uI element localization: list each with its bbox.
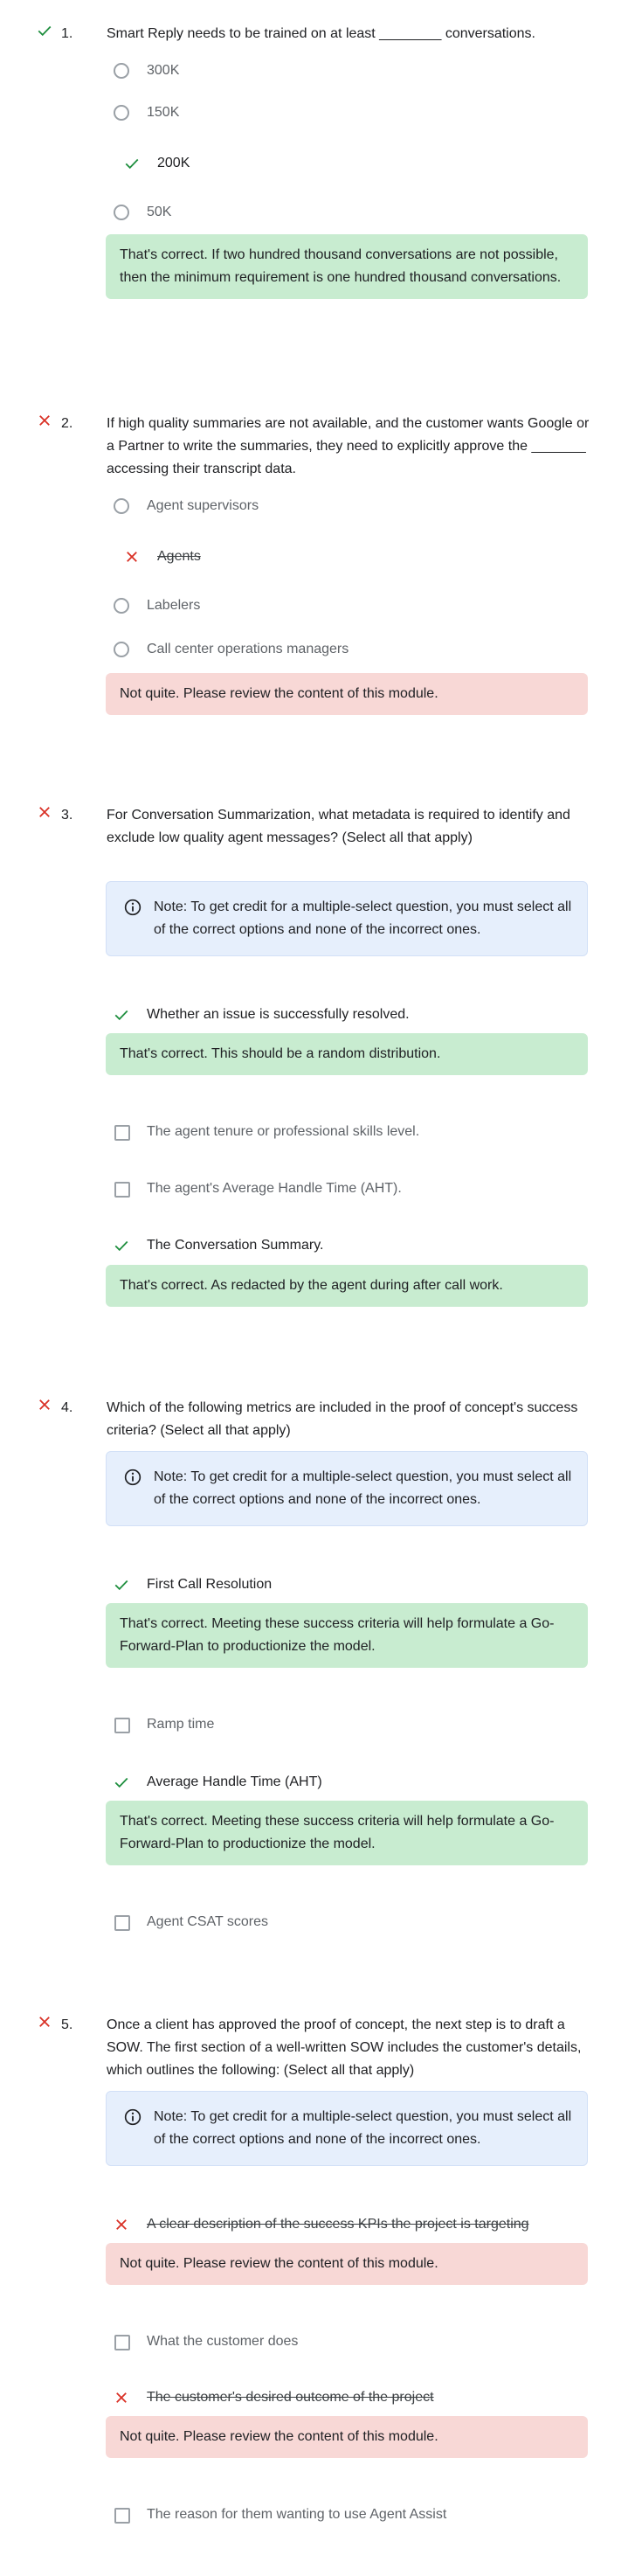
question-number: 2. xyxy=(61,416,73,431)
feedback-correct: That's correct. Meeting these success cr… xyxy=(106,1801,588,1865)
question-number: 4. xyxy=(61,1400,73,1415)
option-label: 200K xyxy=(157,156,190,170)
option-issue-resolved[interactable]: Whether an issue is successfully resolve… xyxy=(114,1003,603,1026)
option-300k[interactable]: 300K xyxy=(114,59,603,82)
option-label: The customer's desired outcome of the pr… xyxy=(147,2390,434,2405)
option-label: 300K xyxy=(147,63,180,78)
x-icon xyxy=(127,552,137,562)
note-text: Note: To get credit for a multiple-selec… xyxy=(154,1469,572,1507)
option-label: The agent's Average Handle Time (AHT). xyxy=(147,1181,402,1196)
checkbox[interactable] xyxy=(114,2335,130,2350)
option-50k[interactable]: 50K xyxy=(114,201,603,224)
feedback-correct: That's correct. This should be a random … xyxy=(106,1033,588,1075)
option-label: Whether an issue is successfully resolve… xyxy=(147,1007,410,1022)
option-what-customer-does[interactable]: What the customer does xyxy=(114,2330,603,2353)
option-label: The Conversation Summary. xyxy=(147,1238,324,1253)
option-200k[interactable]: 200K xyxy=(124,152,613,175)
feedback-incorrect: Not quite. Please review the content of … xyxy=(106,2416,588,2458)
option-agent-aht[interactable]: The agent's Average Handle Time (AHT). xyxy=(114,1177,603,1200)
checkbox[interactable] xyxy=(114,1125,130,1141)
option-reason-agent-assist[interactable]: The reason for them wanting to use Agent… xyxy=(114,2503,603,2526)
feedback-correct: That's correct. If two hundred thousand … xyxy=(106,234,588,299)
radio-button[interactable] xyxy=(114,598,129,614)
option-ramp-time[interactable]: Ramp time xyxy=(114,1713,603,1736)
multi-select-note: Note: To get credit for a multiple-selec… xyxy=(106,1451,588,1526)
option-label: A clear description of the success KPIs … xyxy=(147,2217,529,2232)
multi-select-note: Note: To get credit for a multiple-selec… xyxy=(106,2091,588,2166)
info-icon xyxy=(124,2108,141,2126)
option-label: Agent CSAT scores xyxy=(147,1914,269,1929)
check-icon xyxy=(114,1580,128,1591)
option-agent-tenure[interactable]: The agent tenure or professional skills … xyxy=(114,1121,603,1143)
question-number: 1. xyxy=(61,26,73,41)
option-label: Call center operations managers xyxy=(147,642,349,656)
check-icon xyxy=(114,1777,128,1788)
option-label: Average Handle Time (AHT) xyxy=(147,1774,322,1789)
note-text: Note: To get credit for a multiple-selec… xyxy=(154,2109,572,2147)
x-icon xyxy=(39,1399,50,1410)
option-label: The reason for them wanting to use Agent… xyxy=(147,2507,447,2522)
checkbox[interactable] xyxy=(114,1718,130,1733)
option-agent-csat[interactable]: Agent CSAT scores xyxy=(114,1911,603,1934)
check-icon xyxy=(114,1010,128,1021)
option-label: What the customer does xyxy=(147,2334,299,2349)
radio-button[interactable] xyxy=(114,205,129,220)
feedback-correct: That's correct. Meeting these success cr… xyxy=(106,1603,588,1668)
option-label: Agent supervisors xyxy=(147,498,259,513)
feedback-incorrect: Not quite. Please review the content of … xyxy=(106,673,588,715)
x-icon xyxy=(116,2219,127,2230)
option-150k[interactable]: 150K xyxy=(114,101,603,124)
question-number: 5. xyxy=(61,2017,73,2032)
note-text: Note: To get credit for a multiple-selec… xyxy=(154,899,572,937)
info-icon xyxy=(124,1469,141,1486)
x-icon xyxy=(39,2017,50,2027)
option-desired-outcome[interactable]: The customer's desired outcome of the pr… xyxy=(114,2386,603,2409)
radio-button[interactable] xyxy=(114,642,129,657)
option-label: Ramp time xyxy=(147,1717,215,1732)
question-text: Once a client has approved the proof of … xyxy=(107,2017,582,2078)
radio-button[interactable] xyxy=(114,63,129,79)
check-icon xyxy=(38,25,52,37)
option-labelers[interactable]: Labelers xyxy=(114,594,603,617)
option-label: 150K xyxy=(147,105,180,120)
option-label: Labelers xyxy=(147,598,201,613)
option-label: The agent tenure or professional skills … xyxy=(147,1124,420,1139)
option-label: Agents xyxy=(157,549,201,564)
radio-button[interactable] xyxy=(114,105,129,121)
option-average-handle-time[interactable]: Average Handle Time (AHT) xyxy=(114,1771,603,1794)
checkbox[interactable] xyxy=(114,1915,130,1931)
question-text: For Conversation Summarization, what met… xyxy=(107,808,570,845)
x-icon xyxy=(39,415,50,426)
option-conversation-summary[interactable]: The Conversation Summary. xyxy=(114,1234,603,1257)
checkbox[interactable] xyxy=(114,1182,130,1198)
option-agents[interactable]: Agents xyxy=(124,545,613,568)
check-icon xyxy=(114,1240,128,1252)
x-icon xyxy=(39,807,50,817)
question-text: Which of the following metrics are inclu… xyxy=(107,1400,578,1438)
question-text: Smart Reply needs to be trained on at le… xyxy=(107,26,535,41)
feedback-correct: That's correct. As redacted by the agent… xyxy=(106,1265,588,1307)
option-success-kpis[interactable]: A clear description of the success KPIs … xyxy=(114,2213,603,2236)
multi-select-note: Note: To get credit for a multiple-selec… xyxy=(106,881,588,956)
option-agent-supervisors[interactable]: Agent supervisors xyxy=(114,495,603,517)
feedback-incorrect: Not quite. Please review the content of … xyxy=(106,2243,588,2285)
option-call-center-managers[interactable]: Call center operations managers xyxy=(114,638,603,661)
question-text: If high quality summaries are not availa… xyxy=(107,416,590,476)
x-icon xyxy=(116,2392,127,2403)
option-label: 50K xyxy=(147,205,172,219)
info-icon xyxy=(124,899,141,916)
quiz-results: 1. Smart Reply needs to be trained on at… xyxy=(0,0,635,2576)
check-icon xyxy=(125,158,139,170)
radio-button[interactable] xyxy=(114,498,129,514)
question-number: 3. xyxy=(61,808,73,823)
option-label: First Call Resolution xyxy=(147,1577,273,1592)
option-first-call-resolution[interactable]: First Call Resolution xyxy=(114,1573,603,1596)
checkbox[interactable] xyxy=(114,2508,130,2524)
